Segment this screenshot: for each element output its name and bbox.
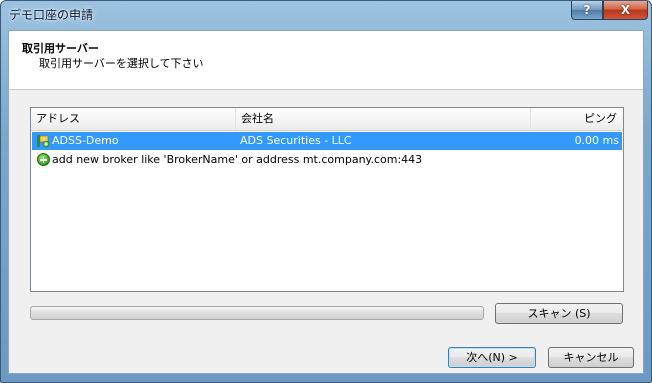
- cancel-button[interactable]: キャンセル: [548, 347, 634, 368]
- address-value: ADSS-Demo: [52, 134, 119, 147]
- help-button[interactable]: ?: [571, 1, 603, 20]
- company-value: ADS Securities - LLC: [240, 134, 352, 147]
- header-subtitle: 取引用サーバーを選択して下さい: [39, 57, 204, 70]
- column-header-ping[interactable]: ピング: [531, 108, 623, 130]
- wizard-header: 取引用サーバー 取引用サーバーを選択して下さい: [9, 31, 643, 90]
- title-bar[interactable]: デモ口座の申請 ? X: [1, 1, 651, 29]
- add-broker-row[interactable]: add new broker like 'BrokerName' or addr…: [32, 151, 622, 169]
- add-broker-cell: add new broker like 'BrokerName' or addr…: [34, 151, 422, 169]
- window-title: デモ口座の申請: [9, 8, 94, 22]
- list-header: アドレス 会社名 ピング: [31, 108, 623, 131]
- server-row-selected[interactable]: ADSS-Demo ADS Securities - LLC 0.00 ms: [32, 132, 622, 150]
- scan-button[interactable]: スキャン (S): [495, 303, 623, 324]
- add-broker-text: add new broker like 'BrokerName' or addr…: [52, 153, 423, 166]
- column-header-company[interactable]: 会社名: [236, 108, 531, 130]
- add-icon: [37, 153, 50, 166]
- close-button[interactable]: X: [603, 1, 648, 20]
- server-list[interactable]: アドレス 会社名 ピング ADSS-Demo ADS Securities - …: [30, 107, 624, 292]
- server-icon: [37, 135, 50, 148]
- dialog-client-area: 取引用サーバー 取引用サーバーを選択して下さい アドレス 会社名 ピング ADS…: [8, 30, 644, 374]
- ping-value: 0.00 ms: [574, 134, 619, 147]
- address-cell: ADSS-Demo: [34, 132, 119, 150]
- next-button[interactable]: 次へ(N) >: [448, 347, 536, 368]
- column-header-address[interactable]: アドレス: [31, 108, 236, 130]
- scan-progress-bar: [30, 306, 484, 320]
- dialog-window: デモ口座の申請 ? X 取引用サーバー 取引用サーバーを選択して下さい アドレス…: [0, 0, 652, 383]
- header-title: 取引用サーバー: [22, 42, 99, 55]
